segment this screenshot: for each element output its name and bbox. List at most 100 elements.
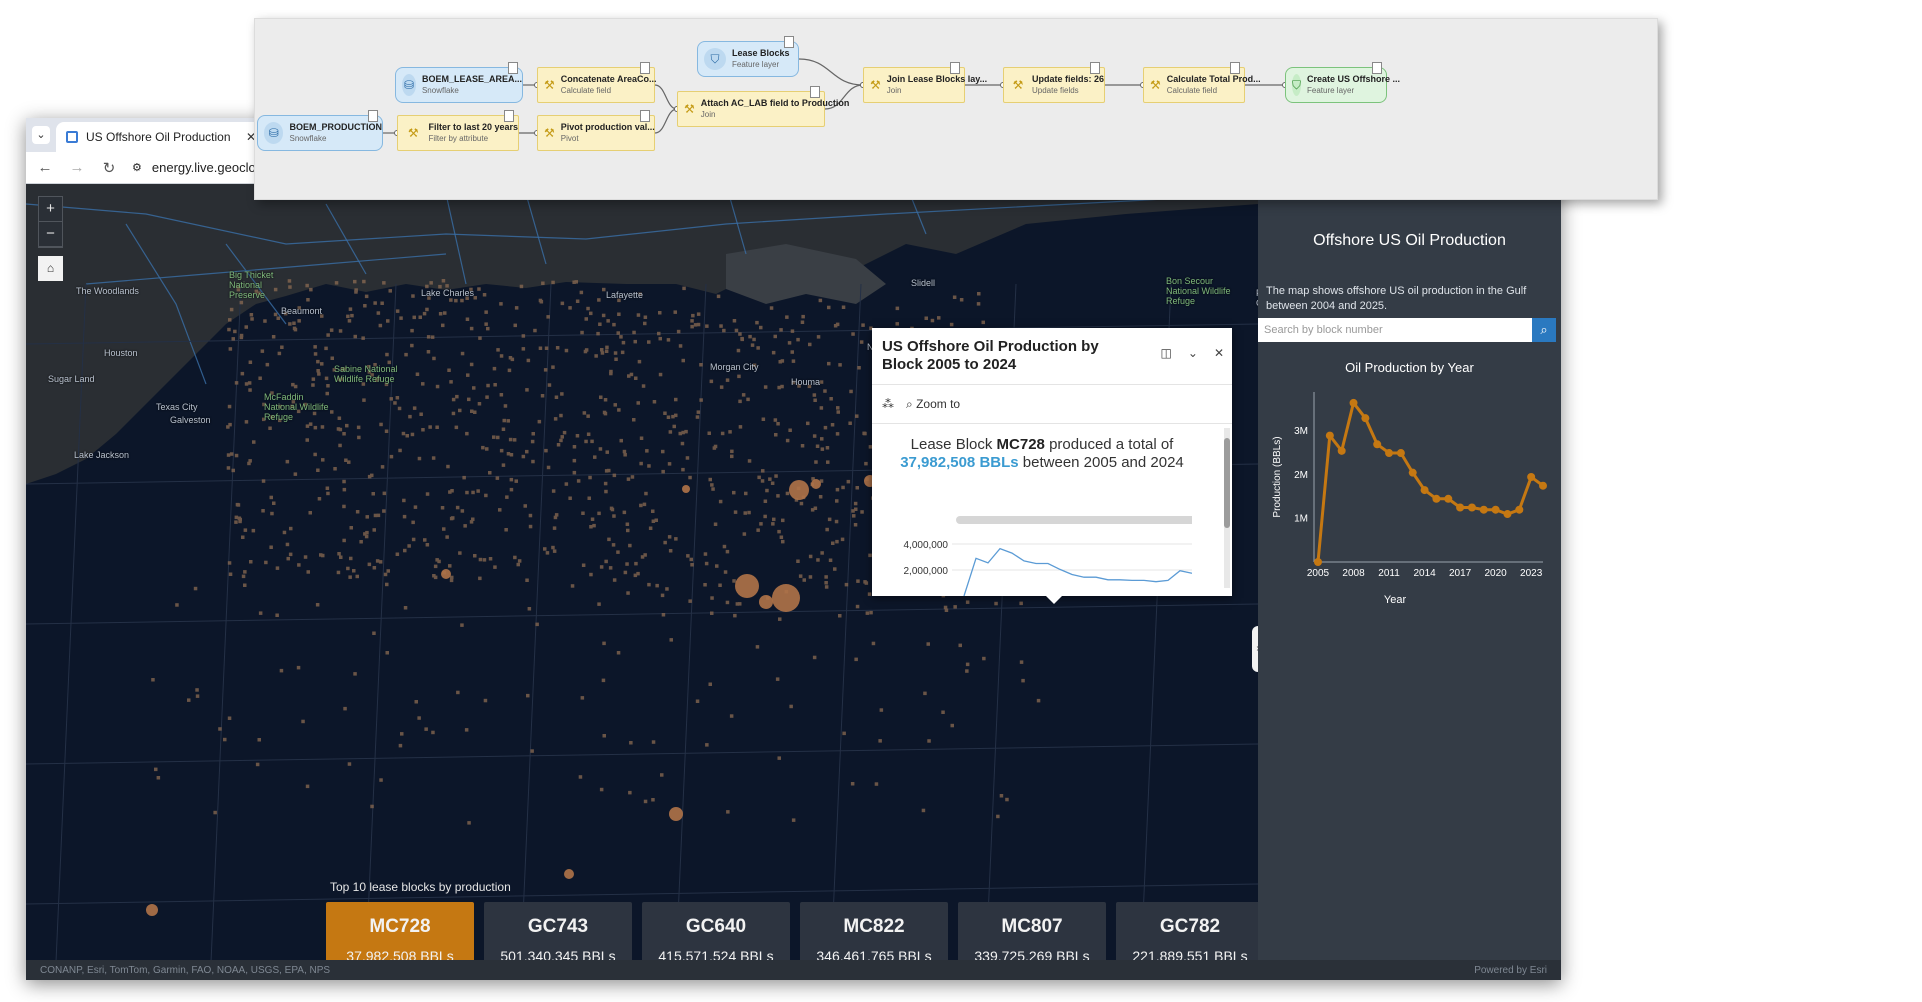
lease-block	[1005, 797, 1009, 802]
lease-block	[856, 579, 860, 583]
notes-icon[interactable]	[504, 110, 514, 122]
tab-list-dropdown-icon[interactable]: ⌄	[32, 126, 50, 144]
lease-block	[720, 431, 725, 436]
notes-icon[interactable]	[810, 86, 820, 98]
powered-by: Powered by Esri	[1474, 965, 1547, 976]
lease-block	[586, 432, 591, 436]
lease-block	[600, 348, 604, 352]
lease-block	[812, 393, 817, 397]
model-node-text: Pivot production val... Pivot	[561, 122, 655, 144]
model-node-attach[interactable]: ⚒ Attach AC_LAB field to Production Join	[677, 86, 849, 127]
model-node-update[interactable]: ⚒ Update fields: 26 Update fields	[1003, 62, 1105, 103]
browser-tab[interactable]: US Offshore Oil Production ✕	[56, 122, 266, 152]
lease-block	[833, 567, 837, 571]
lease-block	[632, 418, 636, 422]
notes-icon[interactable]	[508, 62, 518, 74]
lease-block	[324, 346, 328, 351]
search-input[interactable]: Search by block number	[1258, 318, 1532, 342]
lease-block	[827, 361, 831, 366]
model-node-concat[interactable]: ⚒ Concatenate AreaCo... Calculate field	[537, 62, 656, 103]
lease-block	[382, 491, 387, 496]
model-node-pivot[interactable]: ⚒ Pivot production val... Pivot	[537, 110, 655, 151]
model-node-boem-lease[interactable]: ⛁ BOEM_LEASE_AREA... Snowflake	[395, 62, 523, 103]
zoom-to-button[interactable]: ⌕ Zoom to	[906, 397, 960, 412]
tab-title: US Offshore Oil Production	[86, 130, 231, 144]
notes-icon[interactable]	[950, 62, 960, 74]
popup-scroll-thumb[interactable]	[1224, 438, 1230, 528]
lease-block	[598, 447, 603, 451]
reload-icon[interactable]: ↻	[100, 159, 118, 177]
zoom-in-button[interactable]: +	[39, 197, 62, 222]
back-icon[interactable]: ←	[36, 159, 54, 176]
lease-block	[349, 556, 353, 561]
notes-icon[interactable]	[640, 110, 650, 122]
url-field[interactable]: ⚙ energy.live.geocloud	[132, 160, 270, 175]
lease-block	[827, 305, 831, 310]
notes-icon[interactable]	[1230, 62, 1240, 74]
top10-card[interactable]: MC807 339,725,269 BBLs	[958, 902, 1106, 962]
notes-icon[interactable]	[1372, 62, 1382, 74]
forward-icon[interactable]: →	[68, 159, 86, 176]
lease-block	[454, 425, 459, 430]
model-node-calc-total[interactable]: ⚒ Calculate Total Prod... Calculate field	[1143, 62, 1261, 103]
lease-block	[236, 503, 241, 507]
actions-menu-icon[interactable]: ⁂	[882, 397, 894, 411]
collapse-icon[interactable]: ⌄	[1188, 346, 1198, 360]
browser-window: ⌄ US Offshore Oil Production ✕ ← → ↻ ⚙ e…	[26, 118, 1561, 980]
lease-block	[330, 356, 334, 360]
home-button[interactable]: ⌂	[38, 256, 63, 281]
lease-block	[781, 539, 785, 544]
top10-card[interactable]: GC782 221,889,551 BBLs	[1116, 902, 1258, 962]
top10-card[interactable]: MC728 37,982,508 BBLs	[326, 902, 474, 962]
lease-block	[578, 775, 583, 779]
lease-block	[347, 762, 352, 766]
top10-card[interactable]: GC743 501,340,345 BBLs	[484, 902, 632, 962]
lease-block	[582, 411, 587, 415]
lease-block	[329, 328, 334, 332]
notes-icon[interactable]	[784, 36, 794, 48]
lease-block	[431, 456, 436, 460]
lease-block	[713, 522, 718, 526]
lease-block	[231, 468, 235, 473]
production-circle	[735, 574, 759, 598]
model-node-lease-blocks[interactable]: ⛉ Lease Blocks Feature layer	[697, 36, 799, 77]
lease-block	[572, 445, 577, 449]
popup-scrollbar[interactable]	[1224, 428, 1230, 588]
lease-block	[411, 537, 416, 542]
model-node-boem-prod[interactable]: ⛁ BOEM_PRODUCTION Snowflake	[257, 110, 383, 151]
popup-total: 37,982,508 BBLs	[900, 454, 1019, 471]
lease-block	[834, 519, 839, 524]
model-node-join[interactable]: ⚒ Join Lease Blocks lay... Join	[863, 62, 987, 103]
panel-description: The map shows offshore US oil production…	[1266, 285, 1527, 312]
lease-block	[395, 396, 400, 400]
lease-block	[426, 350, 431, 354]
zoom-out-button[interactable]: −	[39, 222, 62, 247]
lease-block	[248, 388, 252, 392]
lease-block	[864, 461, 868, 466]
lease-block	[1019, 660, 1024, 664]
lease-block	[575, 434, 580, 438]
lease-block	[342, 479, 346, 484]
site-info-icon[interactable]: ⚙	[132, 161, 142, 174]
map-view[interactable]: The Woodlands Big Thicket National Preser…	[26, 184, 1258, 962]
lease-block	[878, 739, 882, 743]
lease-block	[981, 320, 985, 325]
model-node-filter[interactable]: ⚒ Filter to last 20 years Filter by attrib…	[397, 110, 519, 151]
lease-block	[244, 420, 249, 424]
search-icon[interactable]: ⌕	[1532, 318, 1556, 342]
lease-block	[732, 490, 736, 495]
top10-card[interactable]: MC822 346,461,765 BBLs	[800, 902, 948, 962]
dock-icon[interactable]: ◫	[1161, 346, 1172, 360]
notes-icon[interactable]	[368, 110, 378, 122]
lease-block	[551, 545, 555, 550]
model-node-type: Calculate field	[1166, 86, 1218, 95]
lease-block	[774, 433, 778, 437]
notes-icon[interactable]	[1090, 62, 1100, 74]
notes-icon[interactable]	[640, 62, 650, 74]
lease-block	[639, 436, 644, 440]
model-node-create[interactable]: ⛉ Create US Offshore ... Feature layer	[1285, 62, 1400, 103]
top10-card[interactable]: GC640 415,571,524 BBLs	[642, 902, 790, 962]
lease-block	[769, 306, 774, 310]
close-icon[interactable]: ✕	[1214, 346, 1224, 360]
lease-block	[466, 373, 470, 377]
